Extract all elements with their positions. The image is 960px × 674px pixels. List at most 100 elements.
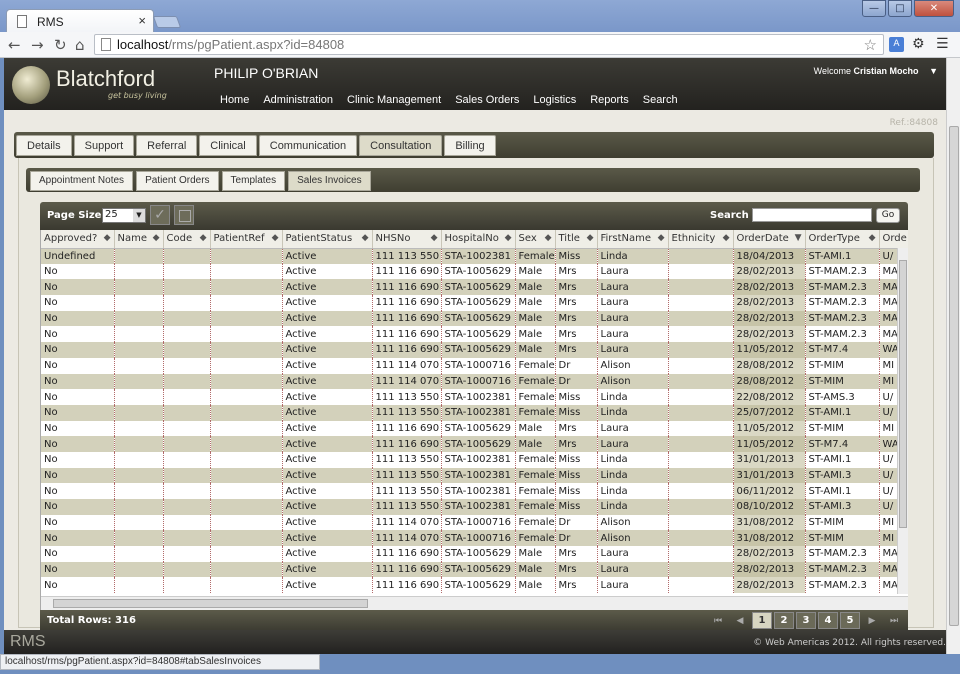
tab-referral[interactable]: Referral bbox=[136, 135, 198, 156]
grid-horizontal-scrollbar[interactable] bbox=[41, 596, 908, 610]
user-name[interactable]: Cristian Mocho bbox=[854, 66, 919, 76]
sort-desc-icon[interactable]: ▼ bbox=[795, 233, 802, 243]
column-header[interactable]: OrderType ◆ bbox=[805, 230, 880, 249]
check-icon[interactable]: ✓ bbox=[150, 205, 170, 225]
page-1-button[interactable]: 1 bbox=[752, 612, 772, 629]
table-row[interactable]: No Active 111 116 690 STA-1005629 Male Mrs Lau… bbox=[41, 342, 908, 358]
column-header[interactable]: FirstName ◆ bbox=[597, 230, 669, 249]
column-header[interactable]: Sex ◆ bbox=[515, 230, 556, 249]
maximize-button[interactable]: □ bbox=[888, 0, 912, 17]
table-row[interactable]: No Active 111 113 550 STA-1002381 Female Miss… bbox=[41, 451, 908, 468]
table-row[interactable]: No Active 111 113 550 STA-1002381 Female Miss… bbox=[41, 404, 908, 421]
column-header[interactable]: NHSNo ◆ bbox=[372, 230, 442, 249]
extension-icon[interactable]: ⚙ bbox=[912, 36, 925, 52]
excel-export-icon[interactable] bbox=[174, 205, 194, 225]
page-2-button[interactable]: 2 bbox=[774, 612, 794, 629]
column-header[interactable]: Orde◆ bbox=[879, 230, 908, 249]
menu-reports[interactable]: Reports bbox=[590, 94, 629, 106]
table-row[interactable]: No Active 111 116 690 STA-1005629 Male Mrs Lau… bbox=[41, 295, 908, 311]
menu-clinic-management[interactable]: Clinic Management bbox=[347, 94, 441, 106]
column-resize-icon[interactable]: ◆ bbox=[587, 233, 594, 243]
translate-icon[interactable]: A bbox=[889, 37, 904, 52]
table-row[interactable]: No Active 111 116 690 STA-1005629 Male Mrs Lau… bbox=[41, 436, 908, 452]
column-header[interactable]: Title ◆ bbox=[555, 230, 598, 249]
address-bar[interactable]: localhost/rms/pgPatient.aspx?id=84808 ☆ bbox=[94, 34, 884, 55]
tab-close-icon[interactable]: × bbox=[138, 13, 146, 28]
scroll-thumb[interactable] bbox=[53, 599, 368, 608]
table-row[interactable]: No Active 111 113 550 STA-1002381 Female Miss… bbox=[41, 499, 908, 515]
home-icon[interactable]: ⌂ bbox=[75, 36, 85, 54]
menu-icon[interactable]: ☰ bbox=[936, 36, 949, 52]
table-row[interactable]: Undefined Active 111 113 550 STA-1002381 Fem… bbox=[41, 248, 908, 264]
menu-sales-orders[interactable]: Sales Orders bbox=[455, 94, 519, 106]
table-row[interactable]: No Active 111 114 070 STA-1000716 Female Dr Al… bbox=[41, 373, 908, 390]
table-row[interactable]: No Active 111 116 690 STA-1005629 Male Mrs Lau… bbox=[41, 263, 908, 280]
column-resize-icon[interactable]: ◆ bbox=[104, 233, 111, 243]
page-4-button[interactable]: 4 bbox=[818, 612, 838, 629]
subtab-patient-orders[interactable]: Patient Orders bbox=[136, 171, 219, 191]
page-5-button[interactable]: 5 bbox=[840, 612, 860, 629]
column-resize-icon[interactable]: ◆ bbox=[505, 233, 512, 243]
menu-administration[interactable]: Administration bbox=[263, 94, 333, 106]
table-row[interactable]: No Active 111 114 070 STA-1000716 Female Dr Al… bbox=[41, 530, 908, 547]
tab-details[interactable]: Details bbox=[16, 135, 72, 156]
column-header[interactable]: Name ◆ bbox=[114, 230, 164, 249]
table-row[interactable]: No Active 111 113 550 STA-1002381 Female Miss… bbox=[41, 483, 908, 499]
column-header[interactable]: Ethnicity ◆ bbox=[668, 230, 734, 249]
scroll-thumb[interactable] bbox=[899, 260, 907, 528]
grid-vertical-scrollbar[interactable] bbox=[897, 248, 908, 594]
page-3-button[interactable]: 3 bbox=[796, 612, 816, 629]
column-resize-icon[interactable]: ◆ bbox=[272, 233, 279, 243]
reload-icon[interactable]: ↻ bbox=[54, 36, 67, 54]
column-header[interactable]: PatientStatus ◆ bbox=[282, 230, 373, 249]
column-header[interactable]: OrderDate ▼ bbox=[733, 230, 806, 249]
table-row[interactable]: No Active 111 116 690 STA-1005629 Male Mrs Lau… bbox=[41, 420, 908, 437]
column-header[interactable]: Approved? ◆ bbox=[41, 230, 115, 249]
first-page-icon[interactable]: ⏮ bbox=[708, 616, 728, 626]
go-button[interactable]: Go bbox=[876, 208, 900, 223]
column-header[interactable]: Code ◆ bbox=[163, 230, 211, 249]
table-row[interactable]: No Active 111 116 690 STA-1005629 Male Mrs Lau… bbox=[41, 577, 908, 594]
column-resize-icon[interactable]: ◆ bbox=[153, 233, 160, 243]
scroll-thumb[interactable] bbox=[949, 126, 959, 626]
subtab-appointment-notes[interactable]: Appointment Notes bbox=[30, 171, 134, 191]
table-row[interactable]: No Active 111 113 550 STA-1002381 Female Miss… bbox=[41, 389, 908, 405]
table-row[interactable]: No Active 111 116 690 STA-1005629 Male Mrs Lau… bbox=[41, 561, 908, 578]
menu-home[interactable]: Home bbox=[220, 94, 249, 106]
table-row[interactable]: No Active 111 116 690 STA-1005629 Male Mrs Lau… bbox=[41, 279, 908, 296]
column-resize-icon[interactable]: ◆ bbox=[362, 233, 369, 243]
next-page-icon[interactable]: ▶ bbox=[862, 616, 882, 626]
back-icon[interactable]: ← bbox=[8, 36, 21, 54]
new-tab-button[interactable] bbox=[152, 16, 182, 28]
tab-consultation[interactable]: Consultation bbox=[359, 135, 443, 156]
close-window-button[interactable]: ✕ bbox=[914, 0, 954, 17]
menu-logistics[interactable]: Logistics bbox=[533, 94, 576, 106]
tab-billing[interactable]: Billing bbox=[444, 135, 496, 156]
table-row[interactable]: No Active 111 114 070 STA-1000716 Female Dr Al… bbox=[41, 514, 908, 531]
table-row[interactable]: No Active 111 116 690 STA-1005629 Male Mrs Lau… bbox=[41, 546, 908, 562]
page-size-select[interactable]: 25 ▼ bbox=[102, 208, 146, 223]
column-resize-icon[interactable]: ◆ bbox=[431, 233, 438, 243]
table-row[interactable]: No Active 111 116 690 STA-1005629 Male Mrs Lau… bbox=[41, 326, 908, 343]
column-header[interactable]: PatientRef ◆ bbox=[210, 230, 283, 249]
table-row[interactable]: No Active 111 116 690 STA-1005629 Male Mrs Lau… bbox=[41, 310, 908, 327]
prev-page-icon[interactable]: ◀ bbox=[730, 616, 750, 626]
minimize-button[interactable]: — bbox=[862, 0, 886, 17]
tab-communication[interactable]: Communication bbox=[258, 135, 358, 156]
column-resize-icon[interactable]: ◆ bbox=[723, 233, 730, 243]
last-page-icon[interactable]: ⏭ bbox=[884, 616, 904, 626]
column-header[interactable]: HospitalNo ◆ bbox=[441, 230, 516, 249]
subtab-templates[interactable]: Templates bbox=[221, 171, 286, 191]
table-row[interactable]: No Active 111 113 550 STA-1002381 Female Miss… bbox=[41, 467, 908, 484]
page-vertical-scrollbar[interactable] bbox=[946, 58, 960, 654]
column-resize-icon[interactable]: ◆ bbox=[658, 233, 665, 243]
forward-icon[interactable]: → bbox=[31, 36, 44, 54]
browser-tab[interactable]: RMS × bbox=[6, 9, 154, 33]
column-resize-icon[interactable]: ◆ bbox=[200, 233, 207, 243]
tab-clinical[interactable]: Clinical bbox=[199, 135, 257, 156]
table-row[interactable]: No Active 111 114 070 STA-1000716 Female Dr Al… bbox=[41, 357, 908, 374]
menu-search[interactable]: Search bbox=[643, 94, 678, 106]
search-input[interactable] bbox=[752, 208, 872, 222]
column-resize-icon[interactable]: ◆ bbox=[545, 233, 552, 243]
subtab-sales-invoices[interactable]: Sales Invoices bbox=[288, 171, 371, 191]
